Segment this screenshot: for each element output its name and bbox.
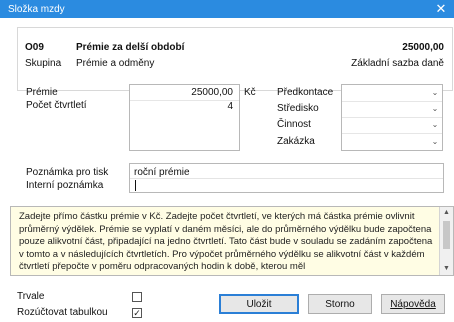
order-label: Zakázka (277, 136, 315, 147)
group-value: Prémie a odměny (76, 58, 155, 69)
scroll-up-icon[interactable]: ▲ (440, 207, 453, 219)
tax-basis-label: Základní sazba daně (351, 58, 444, 69)
help-scrollbar[interactable]: ▲ ▼ (439, 207, 453, 275)
wage-name: Prémie za delší období (76, 42, 185, 53)
amount-fields-box: 25000,00 4 (129, 84, 240, 151)
close-icon[interactable]: ✕ (434, 0, 448, 18)
wage-code: O09 (25, 42, 44, 53)
center-label: Středisko (277, 103, 319, 114)
quarters-input[interactable]: 4 (227, 101, 233, 112)
trvale-label: Trvale (17, 291, 45, 302)
chevron-down-icon[interactable]: ⌄ (430, 135, 440, 148)
scroll-down-icon[interactable]: ▼ (440, 263, 453, 275)
scroll-thumb[interactable] (443, 221, 450, 249)
group-label: Skupina (25, 58, 62, 69)
print-note-input[interactable]: roční prémie (134, 167, 190, 178)
premium-input[interactable]: 25000,00 (191, 87, 233, 98)
internal-note-input[interactable] (134, 180, 434, 192)
wage-amount: 25000,00 (402, 42, 444, 53)
field-divider (130, 100, 239, 101)
header-panel: O09 Prémie za delší období 25000,00 Skup… (17, 27, 453, 91)
help-text: Zadejte přímo částku prémie v Kč. Zadejt… (19, 211, 433, 272)
chevron-down-icon[interactable]: ⌄ (430, 102, 440, 115)
quarters-label: Počet čtvrtletí (26, 100, 87, 111)
help-button[interactable]: Nápověda (381, 294, 445, 314)
rozuctovat-label: Rozúčtovat tabulkou (17, 307, 108, 318)
activity-label: Činnost (277, 119, 311, 130)
precontace-label: Předkontace (277, 87, 334, 98)
help-text-panel: Zadejte přímo částku prémie v Kč. Zadejt… (10, 206, 454, 276)
cancel-button[interactable]: Storno (308, 294, 372, 314)
save-button[interactable]: Uložit (219, 294, 299, 314)
notes-box: roční prémie (129, 163, 444, 193)
chevron-down-icon[interactable]: ⌄ (430, 86, 440, 99)
text-cursor (135, 180, 136, 191)
trvale-checkbox[interactable] (132, 292, 142, 302)
check-icon: ✓ (133, 308, 141, 318)
premium-label: Prémie (26, 87, 58, 98)
print-note-label: Poznámka pro tisk (26, 167, 109, 178)
title-bar: Složka mzdy ✕ (0, 0, 454, 18)
chevron-down-icon[interactable]: ⌄ (430, 118, 440, 131)
window-title: Složka mzdy (8, 3, 65, 15)
rozuctovat-checkbox[interactable]: ✓ (132, 308, 142, 318)
dropdowns-box: ⌄ ⌄ ⌄ ⌄ (341, 84, 443, 151)
currency-label: Kč (244, 87, 256, 98)
internal-note-label: Interní poznámka (26, 180, 104, 191)
